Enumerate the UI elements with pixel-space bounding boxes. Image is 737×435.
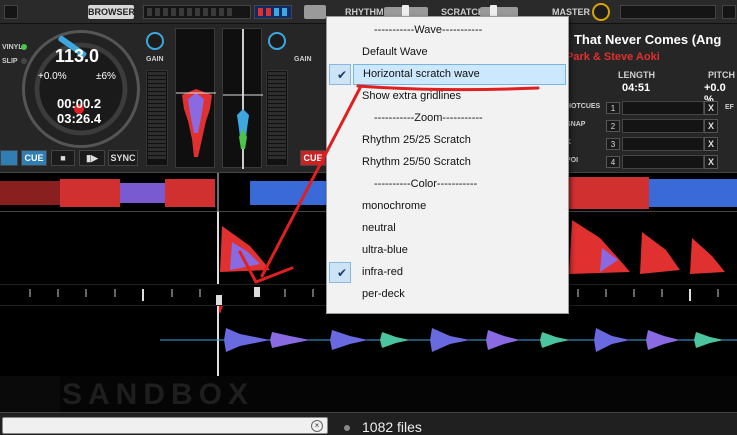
checkmark-icon: ✔ [337,68,348,82]
menu-separator-zoom: -----------Zoom----------- [374,112,483,124]
sandbox-label: SANDBOX [62,378,255,411]
track-title: : That Never Comes (Ang [566,32,722,47]
pitch-value: +0.0% [38,71,67,82]
menu-item-rhythm-25-25[interactable]: Rhythm 25/25 Scratch [329,130,566,151]
menu-item-infra-red[interactable]: infra-red [329,262,566,283]
deck-right-indicator [722,5,736,19]
search-input[interactable]: × [2,417,328,434]
slip-led [21,58,27,64]
hotcue-delete-button-3[interactable]: X [704,137,718,151]
hotcue-slot[interactable] [622,137,704,151]
menu-item-show-extra-gridlines[interactable]: Show extra gridlines [329,86,566,107]
pitch-range[interactable]: ±6% [96,71,116,82]
effects-label: EF [725,104,734,111]
gain-label-left: GAIN [146,56,164,63]
menu-item-rhythm-25-50[interactable]: Rhythm 25/50 Scratch [329,152,566,173]
browser-button[interactable]: BROWSER [88,5,135,19]
gain-label-right: GAIN [294,56,312,63]
hotcue-number: 1 [606,102,620,114]
remaining-time: 03:26.4 [57,111,102,126]
hotcue-slot[interactable] [622,155,704,169]
vu-meter-right [266,70,288,166]
vertical-wave-left[interactable] [175,28,216,168]
stop-button[interactable]: ■ [51,150,75,166]
hotcue-row-1[interactable]: HOTCUES 1 [566,100,706,116]
hotcue-slot[interactable] [622,119,704,133]
deck-left-indicator [4,5,18,19]
hotcue-row-4[interactable]: POI 4 [566,154,706,170]
bpm-display: 113.0 [55,46,100,66]
level-meter-active [254,5,292,19]
hotcue-row-3[interactable]: K 3 [566,136,706,152]
cue-button-left[interactable]: CUE [21,150,47,166]
menu-separator-color: ----------Color----------- [374,178,478,190]
hotcue-label: HOTCUES [566,103,601,110]
level-meter-left [143,5,251,19]
slip-label[interactable]: SLIP [2,58,18,65]
menu-separator-wave: -----------Wave----------- [374,24,483,36]
scratch-wave-bottom[interactable] [0,306,737,376]
deck-menu-icon[interactable] [0,150,18,166]
hotcue-number: 2 [606,120,620,132]
pitch-label: PITCH [708,70,735,80]
grid-icon[interactable] [304,5,326,19]
menu-check-horizontal: ✔ [329,64,351,85]
file-count: 1082 files [362,419,422,435]
length-label: LENGTH [618,70,655,80]
menu-item-ultra-blue[interactable]: ultra-blue [329,240,566,261]
file-count-bullet [344,425,350,431]
menu-item-per-deck[interactable]: per-deck [329,284,566,305]
sandbox-bar[interactable]: SANDBOX [60,376,737,412]
vertical-wave-left-shape [176,89,216,157]
hotcue-delete-button-2[interactable]: X [704,119,718,133]
master-volume-knob[interactable] [592,3,610,21]
gain-knob-right[interactable] [268,32,286,50]
menu-item-default-wave[interactable]: Default Wave [329,42,566,63]
length-value: 04:51 [622,82,651,94]
hotcue-delete-button-1[interactable]: X [704,101,718,115]
menu-item-horizontal-scratch-wave[interactable]: Horizontal scratch wave [353,64,566,85]
hotcue-slot[interactable] [622,101,704,115]
master-level-meter [620,5,716,19]
scratch-wave-bottom-shape [160,306,737,376]
hotcue-number: 4 [606,156,620,168]
vinyl-led [21,44,27,50]
sync-button-left[interactable]: SYNC [108,150,138,166]
hotcue-delete-button-4[interactable]: X [704,155,718,169]
hotcue-number: 3 [606,138,620,150]
clear-search-icon[interactable]: × [311,420,323,432]
menu-item-neutral[interactable]: neutral [329,218,566,239]
cue-button-right[interactable]: CUE [300,150,326,166]
hotcue-row-2[interactable]: SNAP 2 [566,118,706,134]
vertical-wave-right[interactable] [222,28,263,169]
elapsed-time: 00:00.2 [57,96,102,111]
play-pause-button[interactable]: ▮▶ [79,150,105,166]
track-artist: Park & Steve Aoki [566,51,660,63]
browser-bar: × 1082 files [0,412,737,435]
gain-knob-left[interactable] [146,32,164,50]
vertical-wave-right-shape [223,29,263,169]
vu-meter-left [146,70,168,166]
menu-item-monochrome[interactable]: monochrome [329,196,566,217]
vinyl-label[interactable]: VINYL [2,44,23,51]
waveform-context-menu: -----------Wave----------- Default Wave … [326,16,569,314]
